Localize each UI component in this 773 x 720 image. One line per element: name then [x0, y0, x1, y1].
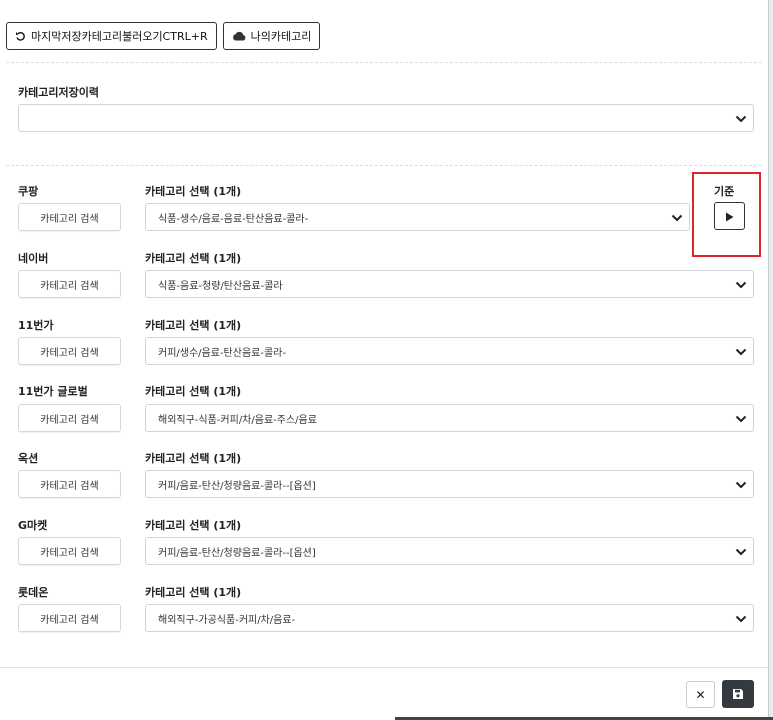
chevron-down-icon [735, 348, 747, 356]
save-icon [732, 685, 744, 704]
divider [6, 62, 762, 63]
load-last-category-label: 마지막저장카테고리불러오기CTRL+R [31, 30, 208, 43]
category-select[interactable]: 식품-생수/음료-음료-탄산음료-콜라- [145, 203, 690, 231]
market-name: 11번가 [18, 319, 54, 332]
category-select-value: 커피/음료-탄산/청량음료-콜라--[옵션] [158, 547, 316, 559]
category-select-value: 해외직구-식품-커피/차/음료-주스/음료 [158, 414, 317, 426]
category-select-label: 카테고리 선택 (1개) [145, 319, 242, 332]
footer-divider [0, 667, 768, 668]
chevron-down-icon [735, 481, 747, 489]
divider [6, 165, 762, 166]
category-select-value: 커피/생수/음료-탄산음료-콜라- [158, 347, 286, 359]
category-select[interactable]: 해외직구-식품-커피/차/음료-주스/음료 [145, 404, 754, 432]
category-search-button[interactable]: 카테고리 검색 [18, 203, 121, 231]
market-name: 롯데온 [18, 586, 49, 599]
cloud-icon [232, 31, 246, 41]
category-modal: 마지막저장카테고리불러오기CTRL+R 나의카테고리 카테고리저장이력 기준 쿠… [0, 0, 769, 720]
market-name: 11번가 글로벌 [18, 385, 88, 398]
category-select-label: 카테고리 선택 (1개) [145, 385, 242, 398]
category-select-label: 카테고리 선택 (1개) [145, 452, 242, 465]
chevron-down-icon [735, 615, 747, 623]
save-button[interactable] [722, 680, 754, 708]
close-button[interactable]: ✕ [686, 681, 715, 708]
category-search-button[interactable]: 카테고리 검색 [18, 337, 121, 365]
category-select-label: 카테고리 선택 (1개) [145, 252, 242, 265]
market-name: G마켓 [18, 519, 48, 532]
highlight-box [692, 172, 761, 257]
category-select-value: 해외직구-가공식품-커피/차/음료- [158, 614, 296, 626]
market-name: 옥션 [18, 452, 39, 465]
category-select-label: 카테고리 선택 (1개) [145, 586, 242, 599]
category-select[interactable]: 커피/생수/음료-탄산음료-콜라- [145, 337, 754, 365]
market-name: 쿠팡 [18, 185, 39, 198]
category-select-label: 카테고리 선택 (1개) [145, 519, 242, 532]
category-select-value: 식품-음료-청량/탄산음료-콜라 [158, 280, 283, 292]
my-category-label: 나의카테고리 [250, 30, 312, 43]
close-icon: ✕ [695, 687, 706, 702]
category-select[interactable]: 커피/음료-탄산/청량음료-콜라--[옵션] [145, 537, 754, 565]
chevron-down-icon [735, 281, 747, 289]
category-search-button[interactable]: 카테고리 검색 [18, 270, 121, 298]
category-select-value: 커피/음료-탄산/청량음료-콜라--[옵션] [158, 480, 316, 492]
market-name: 네이버 [18, 252, 49, 265]
chevron-down-icon [671, 214, 683, 222]
category-search-button[interactable]: 카테고리 검색 [18, 404, 121, 432]
toolbar: 마지막저장카테고리불러오기CTRL+R 나의카테고리 [6, 22, 321, 50]
history-label: 카테고리저장이력 [18, 86, 99, 99]
category-search-button[interactable]: 카테고리 검색 [18, 604, 121, 632]
chevron-down-icon [735, 115, 747, 123]
category-search-button[interactable]: 카테고리 검색 [18, 537, 121, 565]
category-search-button[interactable]: 카테고리 검색 [18, 470, 121, 498]
category-select-label: 카테고리 선택 (1개) [145, 185, 242, 198]
category-select-value: 식품-생수/음료-음료-탄산음료-콜라- [158, 213, 309, 225]
category-select[interactable]: 식품-음료-청량/탄산음료-콜라 [145, 270, 754, 298]
load-last-category-button[interactable]: 마지막저장카테고리불러오기CTRL+R [6, 22, 217, 50]
undo-icon [15, 31, 26, 42]
chevron-down-icon [735, 415, 747, 423]
category-select[interactable]: 해외직구-가공식품-커피/차/음료- [145, 604, 754, 632]
chevron-down-icon [735, 548, 747, 556]
category-select[interactable]: 커피/음료-탄산/청량음료-콜라--[옵션] [145, 470, 754, 498]
my-category-button[interactable]: 나의카테고리 [222, 22, 321, 50]
history-select[interactable] [18, 104, 754, 132]
